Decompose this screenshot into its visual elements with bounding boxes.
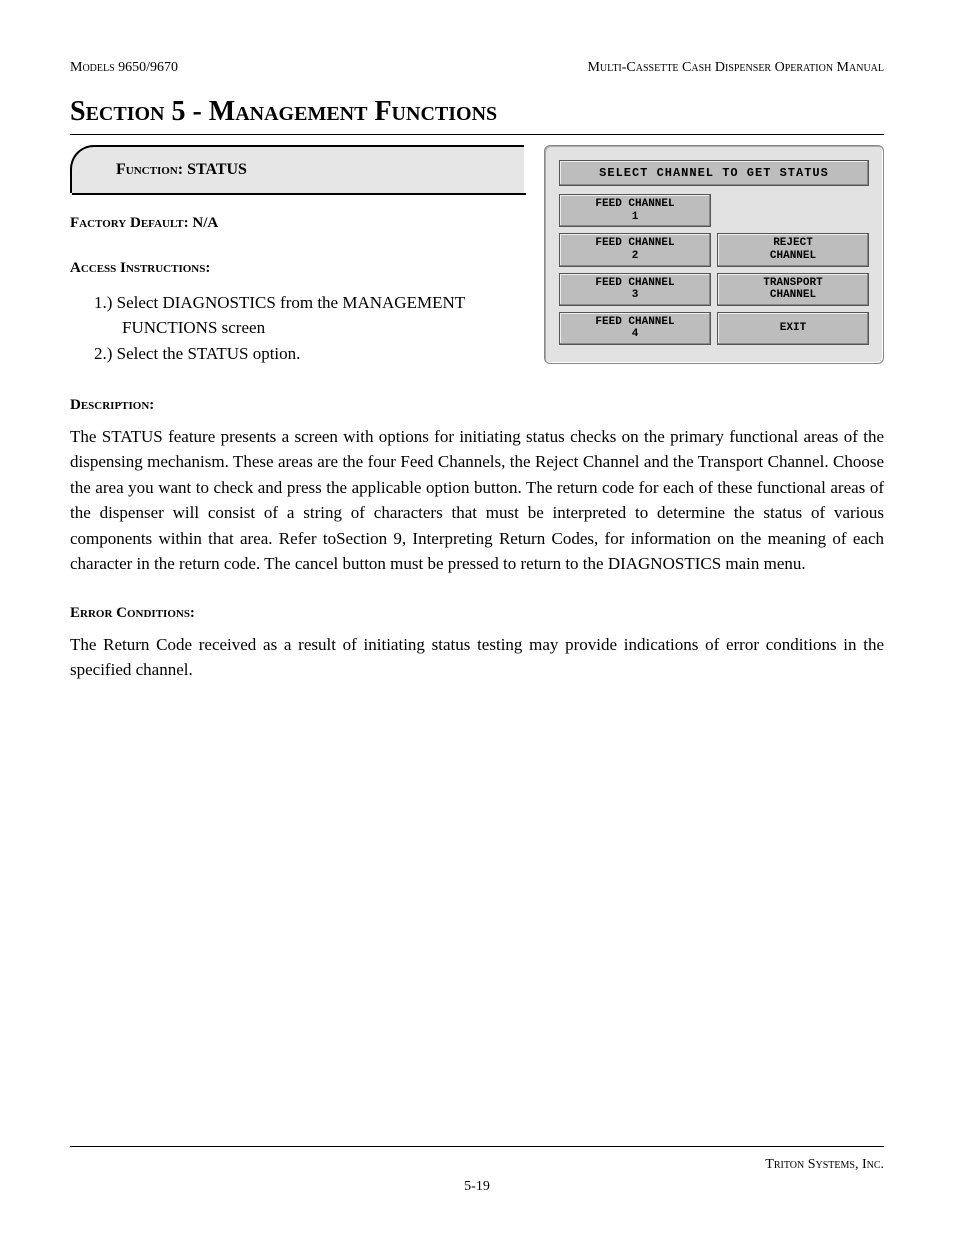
function-label: Function: [116,161,183,178]
error-conditions-text: The Return Code received as a result of … [70,632,884,683]
atm-screen-title: SELECT CHANNEL TO GET STATUS [559,160,869,186]
atm-blank-slot [717,194,869,227]
section-title: Section 5 - Management Functions [70,96,884,128]
function-box: Function: STATUS [70,145,524,193]
factory-default-label: Factory Default: [70,215,189,231]
access-heading: Access Instructions: [70,260,524,277]
section-rule [70,134,884,135]
feed-channel-1-button[interactable]: FEED CHANNEL 1 [559,194,711,227]
factory-default-value: N/A [192,215,218,231]
header-left: Models 9650/9670 [70,60,178,76]
footer-rule [70,1146,884,1147]
function-name: STATUS [187,161,247,178]
instruction-item: 2.) Select the STATUS option. [94,342,524,367]
access-instructions: 1.) Select DIAGNOSTICS from the MANAGEME… [70,291,524,367]
header-right: Multi-Cassette Cash Dispenser Operation … [587,60,884,76]
exit-button[interactable]: EXIT [717,312,869,345]
atm-button-grid: FEED CHANNEL 1 FEED CHANNEL 2 REJECT CHA… [559,194,869,345]
factory-default-row: Factory Default: N/A [70,215,524,232]
error-conditions-heading: Error Conditions: [70,605,884,622]
reject-channel-button[interactable]: REJECT CHANNEL [717,233,869,266]
page-number: 5-19 [70,1179,884,1195]
description-text: The STATUS feature presents a screen wit… [70,424,884,577]
content-panel: Function: STATUS Factory Default: N/A Ac… [70,145,884,369]
description-heading: Description: [70,397,884,414]
transport-channel-button[interactable]: TRANSPORT CHANNEL [717,273,869,306]
footer-company: Triton Systems, Inc. [765,1157,884,1173]
instruction-item: 1.) Select DIAGNOSTICS from the MANAGEME… [94,291,524,340]
feed-channel-2-button[interactable]: FEED CHANNEL 2 [559,233,711,266]
page-footer: Triton Systems, Inc. 5-19 [70,1146,884,1195]
feed-channel-4-button[interactable]: FEED CHANNEL 4 [559,312,711,345]
atm-screen: SELECT CHANNEL TO GET STATUS FEED CHANNE… [544,145,884,364]
feed-channel-3-button[interactable]: FEED CHANNEL 3 [559,273,711,306]
page-header: Models 9650/9670 Multi-Cassette Cash Dis… [70,60,884,76]
